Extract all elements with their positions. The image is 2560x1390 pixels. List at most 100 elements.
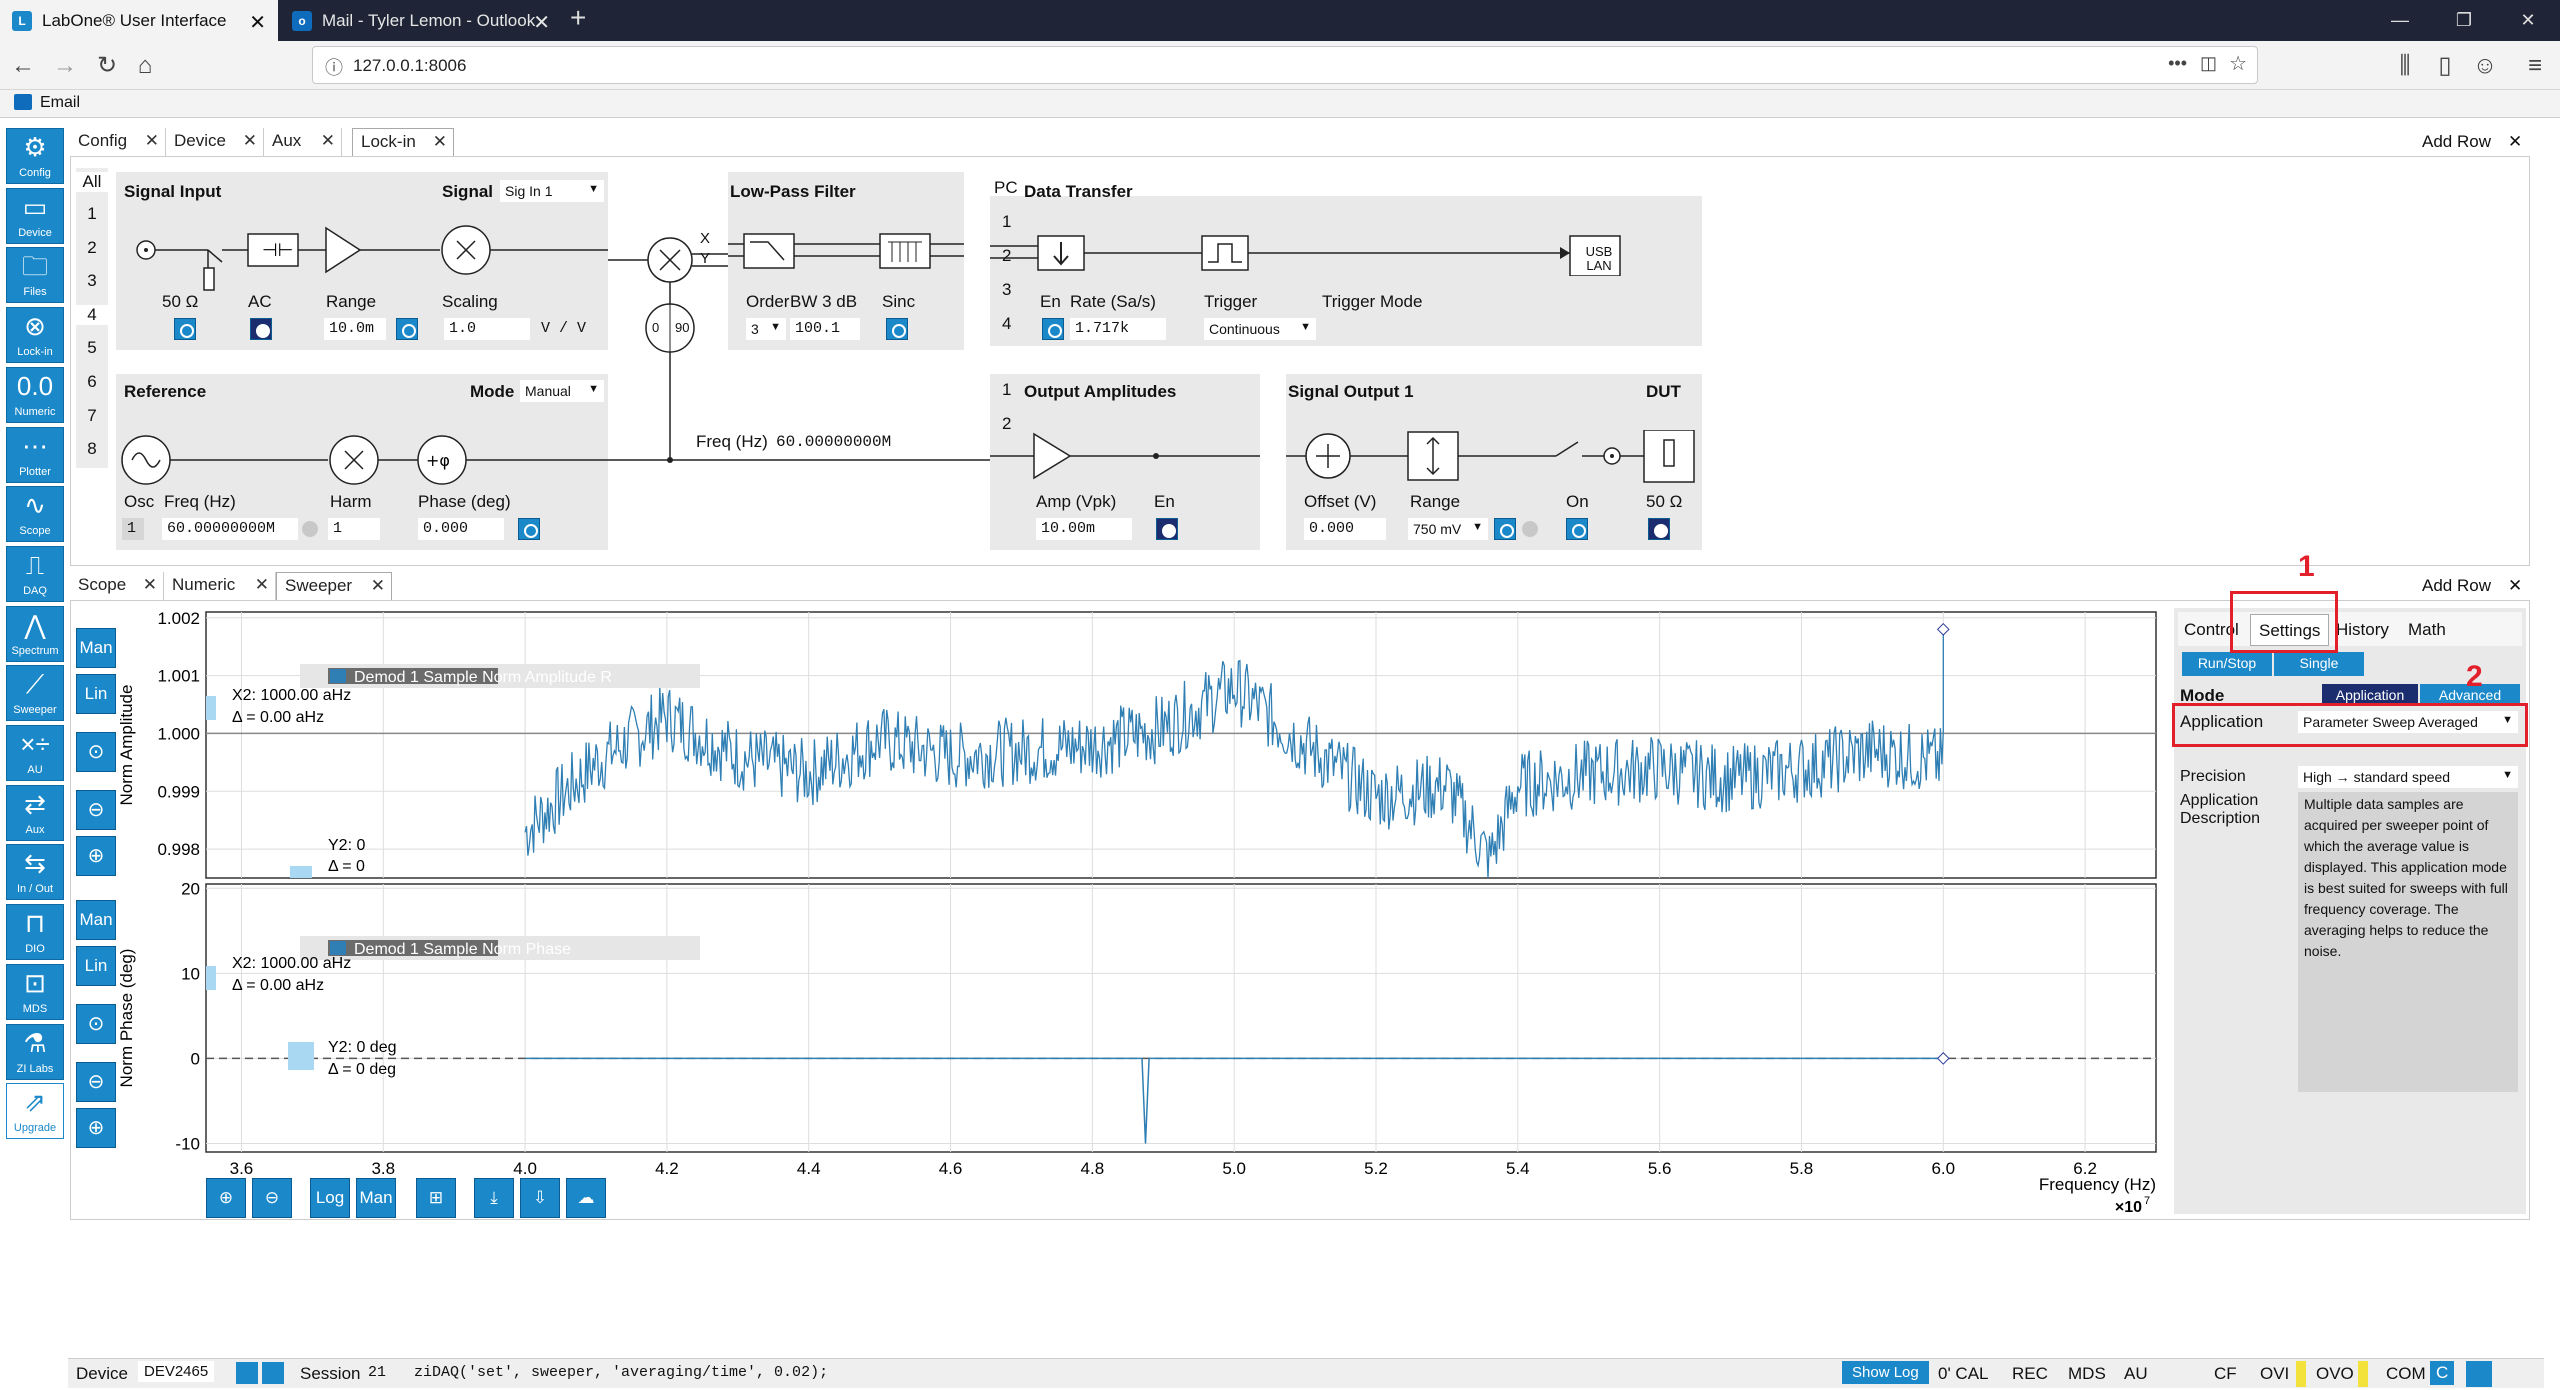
upper-x-cursor-handle[interactable]: [206, 696, 216, 720]
add-row-button[interactable]: Add Row: [2422, 132, 2491, 152]
status-link-icon[interactable]: [2466, 1361, 2492, 1387]
close-icon[interactable]: ✕: [255, 575, 269, 595]
channel-1[interactable]: 1: [76, 204, 108, 224]
scaling-field[interactable]: 1.0: [444, 318, 530, 340]
sidebar-item-aux[interactable]: ⇄ Aux: [6, 784, 64, 841]
output-autorange-button[interactable]: [1494, 518, 1516, 540]
close-row-icon[interactable]: ✕: [2508, 576, 2522, 596]
restore-button[interactable]: ❐: [2432, 0, 2496, 41]
output-on-toggle[interactable]: [1566, 518, 1588, 540]
sidebar-item-sweeper[interactable]: ⟋ Sweeper: [6, 665, 64, 722]
signal-select[interactable]: Sig In 1: [500, 180, 604, 202]
upper-legend[interactable]: Demod 1 Sample Norm Amplitude R: [354, 669, 612, 686]
phase-field[interactable]: 0.000: [418, 518, 504, 540]
minimize-button[interactable]: —: [2368, 0, 2432, 41]
sidebar-item-zilabs[interactable]: ⚗ ZI Labs: [6, 1023, 64, 1080]
sidebar-item-lockin[interactable]: ⊗ Lock-in: [6, 307, 64, 364]
tab-numeric[interactable]: Numeric ✕: [164, 572, 276, 600]
sidebar-item-numeric[interactable]: 0.0 Numeric: [6, 366, 64, 423]
device-value[interactable]: DEV2465: [138, 1361, 215, 1382]
sidebar-item-files[interactable]: 🗀 Files: [6, 247, 64, 304]
dut-imp-toggle[interactable]: [1648, 518, 1670, 540]
tab-config[interactable]: Config ✕: [70, 128, 166, 156]
menu-icon[interactable]: ≡: [2520, 51, 2550, 81]
forward-arrow-icon[interactable]: →: [50, 51, 80, 81]
lower-legend[interactable]: Demod 1 Sample Norm Phase: [354, 941, 571, 958]
close-icon[interactable]: ✕: [145, 131, 159, 151]
close-window-button[interactable]: ✕: [2496, 0, 2560, 41]
close-tab-icon[interactable]: ✕: [249, 10, 266, 35]
pocket-icon[interactable]: ◫: [2200, 53, 2217, 74]
upper-y-cursor-handle[interactable]: [290, 866, 312, 878]
reference-mode-select[interactable]: Manual: [520, 380, 604, 402]
channel-2[interactable]: 2: [76, 238, 108, 258]
sidebar-item-config[interactable]: ⚙ Config: [6, 128, 64, 184]
browser-tab-labone[interactable]: L LabOne® User Interface ✕: [0, 0, 278, 41]
sinc-toggle[interactable]: [886, 318, 908, 340]
close-tab-icon[interactable]: ✕: [533, 10, 550, 35]
save-image-icon[interactable]: ⤓: [474, 1178, 514, 1218]
add-row-button[interactable]: Add Row: [2422, 576, 2491, 596]
save-data-icon[interactable]: ⇩: [520, 1178, 560, 1218]
channel-4[interactable]: 4: [76, 304, 108, 325]
info-icon[interactable]: ⓘ: [325, 54, 343, 80]
home-icon[interactable]: ⌂: [130, 51, 160, 81]
sweeper-plot[interactable]: 3.6 3.8 4.0 4.2 4.4 4.6 4.8 5.0 5.2 5.4 5.6 5.8 6.0 6…: [110, 604, 2170, 1218]
sidebar-item-daq[interactable]: ⎍ DAQ: [6, 545, 64, 602]
show-log-button[interactable]: Show Log: [1842, 1361, 1929, 1384]
amp-enable-toggle[interactable]: [1156, 518, 1178, 540]
ac-toggle[interactable]: [250, 318, 272, 340]
close-icon[interactable]: ✕: [433, 132, 447, 152]
sidebar-item-scope[interactable]: ∿ Scope: [6, 486, 64, 543]
x-log-button[interactable]: Log: [310, 1178, 350, 1218]
sidebar-item-plotter[interactable]: ⋯ Plotter: [6, 426, 64, 483]
reload-icon[interactable]: ↻: [92, 51, 122, 81]
close-icon[interactable]: ✕: [243, 131, 257, 151]
run-stop-button[interactable]: Run/Stop: [2182, 652, 2272, 676]
x-zoom-in-icon[interactable]: ⊕: [206, 1178, 246, 1218]
cloud-upload-icon[interactable]: ☁: [566, 1178, 606, 1218]
account-icon[interactable]: ☺: [2470, 51, 2500, 81]
sidebar-item-dio[interactable]: ⊓ DIO: [6, 904, 64, 961]
status-c-button[interactable]: C: [2430, 1361, 2455, 1385]
bookmark-email[interactable]: Email: [40, 94, 80, 112]
bw-field[interactable]: 100.1: [790, 318, 860, 340]
trigger-select[interactable]: Continuous: [1204, 318, 1316, 340]
order-select[interactable]: 3: [746, 318, 786, 340]
sidebar-toggle-icon[interactable]: ▯: [2430, 51, 2460, 81]
page-actions-icon[interactable]: •••: [2168, 53, 2187, 74]
impedance-toggle[interactable]: [174, 318, 196, 340]
browser-tab-outlook[interactable]: o Mail - Tyler Lemon - Outlook ✕: [280, 0, 562, 41]
lower-y-cursor-handle[interactable]: [288, 1042, 314, 1070]
close-icon[interactable]: ✕: [371, 576, 385, 596]
offset-field[interactable]: 0.000: [1304, 518, 1386, 540]
channel-8[interactable]: 8: [76, 439, 108, 459]
tab-history[interactable]: History: [2336, 620, 2389, 640]
tab-scope[interactable]: Scope ✕: [70, 572, 164, 600]
close-row-icon[interactable]: ✕: [2508, 132, 2522, 152]
sidebar-item-mds[interactable]: ⊡ MDS: [6, 963, 64, 1020]
amp-field[interactable]: 10.00m: [1036, 518, 1132, 540]
x-zoom-out-icon[interactable]: ⊖: [252, 1178, 292, 1218]
range-field[interactable]: 10.0m: [324, 318, 386, 340]
address-bar[interactable]: ⓘ 127.0.0.1:8006 ••• ◫ ☆: [312, 46, 2258, 84]
oa-channel-1[interactable]: 1: [1002, 380, 1011, 400]
tab-aux[interactable]: Aux ✕: [264, 128, 342, 156]
autorange-button[interactable]: [396, 318, 418, 340]
back-arrow-icon[interactable]: ←: [8, 51, 38, 81]
sidebar-item-inout[interactable]: ⇆ In / Out: [6, 844, 64, 901]
tab-lockin[interactable]: Lock-in ✕: [352, 128, 454, 156]
ref-freq-field[interactable]: 60.00000000M: [162, 518, 298, 540]
channel-6[interactable]: 6: [76, 372, 108, 392]
tab-math[interactable]: Math: [2408, 620, 2446, 640]
sidebar-item-spectrum[interactable]: ⋀ Spectrum: [6, 605, 64, 662]
library-icon[interactable]: ⫼: [2390, 51, 2420, 81]
single-button[interactable]: Single: [2274, 652, 2364, 676]
channel-7[interactable]: 7: [76, 406, 108, 426]
x-man-button[interactable]: Man: [356, 1178, 396, 1218]
dt-channel-3[interactable]: 3: [1002, 280, 1011, 300]
rate-field[interactable]: 1.717k: [1070, 318, 1166, 340]
channel-3[interactable]: 3: [76, 271, 108, 291]
harm-field[interactable]: 1: [328, 518, 380, 540]
sidebar-item-au[interactable]: ×÷ AU: [6, 725, 64, 781]
